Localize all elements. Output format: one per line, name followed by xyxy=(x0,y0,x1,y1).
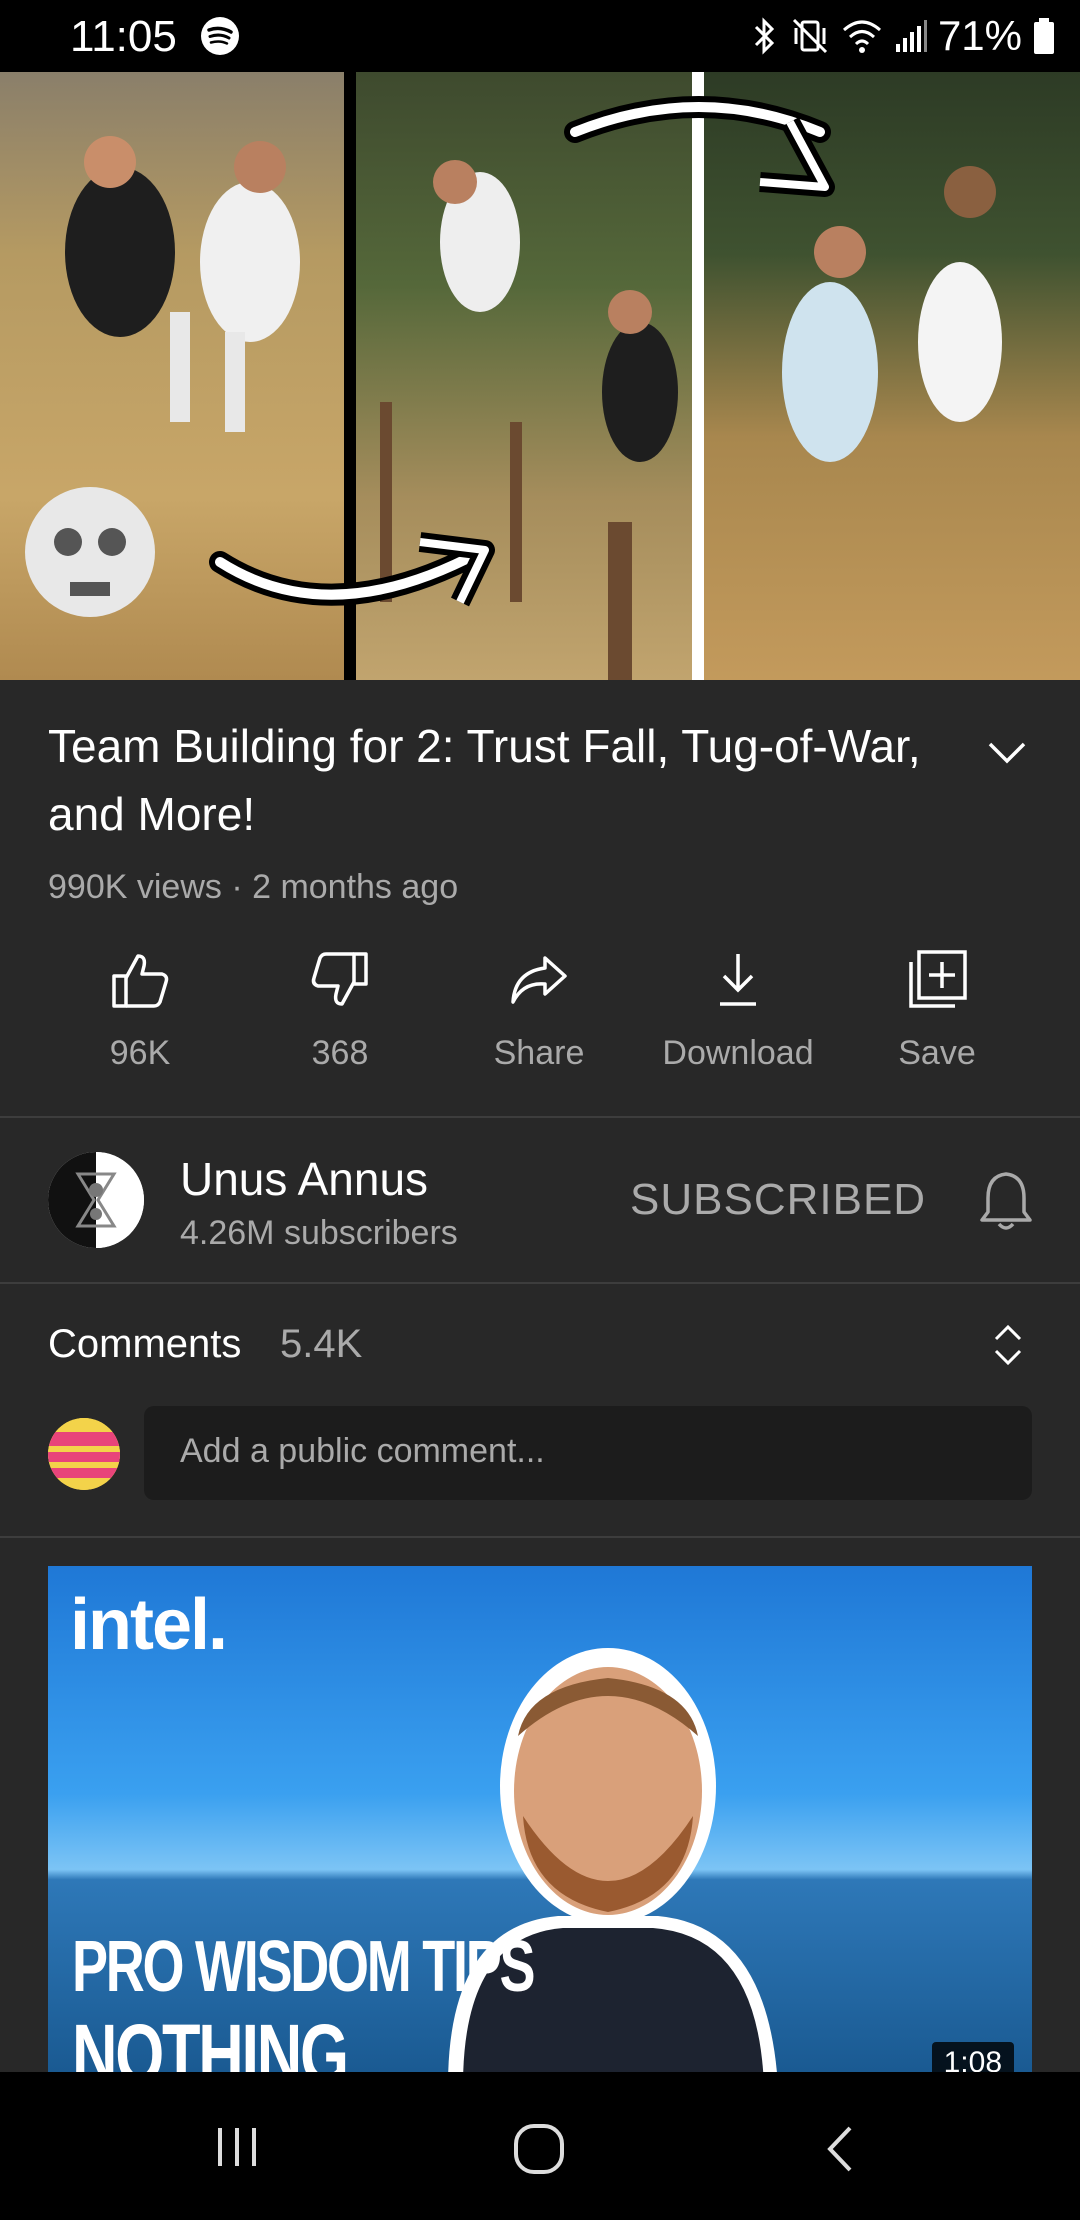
share-label: Share xyxy=(493,1034,585,1072)
save-icon xyxy=(909,950,967,1008)
comment-placeholder: Add a public comment... xyxy=(180,1432,545,1470)
subscribe-button[interactable]: SUBSCRIBED xyxy=(630,1175,926,1225)
bluetooth-icon xyxy=(754,17,775,55)
battery-percent: 71% xyxy=(937,12,1022,59)
thumbnail-figures xyxy=(25,96,1002,680)
expand-comments-icon[interactable] xyxy=(990,1322,1026,1368)
user-avatar-image xyxy=(48,1418,120,1490)
video-player[interactable] xyxy=(0,72,1080,680)
bell-icon[interactable] xyxy=(976,1168,1036,1234)
video-title[interactable]: Team Building for 2: Trust Fall, Tug-of-… xyxy=(48,712,948,848)
thumbs-down-icon xyxy=(311,952,368,1006)
download-label: Download xyxy=(662,1034,814,1072)
divider xyxy=(0,1116,1080,1118)
share-icon xyxy=(511,956,567,1004)
video-actions: 96K 368 Share Download Save xyxy=(0,948,1080,1088)
share-button[interactable]: Share xyxy=(439,948,639,1088)
dislike-button[interactable]: 368 xyxy=(240,948,440,1088)
save-label: Save xyxy=(898,1034,976,1072)
dislike-count: 368 xyxy=(311,1034,369,1072)
home-icon[interactable] xyxy=(512,2122,566,2176)
download-button[interactable]: Download xyxy=(638,948,838,1088)
divider xyxy=(0,1536,1080,1538)
user-avatar[interactable] xyxy=(48,1418,120,1490)
vibrate-icon xyxy=(792,18,827,54)
recommended-brand-text: intel. xyxy=(70,1585,228,1665)
system-nav-bar xyxy=(0,2072,1080,2220)
recommended-overlay-text: PRO WISDOM TIPS xyxy=(72,1927,536,2007)
status-time: 11:05 xyxy=(70,12,177,61)
video-meta: 990K views · 2 months ago xyxy=(48,868,459,906)
status-bar: 11:05 71% xyxy=(0,0,1080,72)
comments-count: 5.4K xyxy=(280,1322,363,1366)
recommended-video-thumbnail[interactable]: intel. PRO WISDOM TIPS NOTHING 1:08 xyxy=(48,1566,1032,2072)
thumbs-up-icon xyxy=(112,954,169,1008)
like-button[interactable]: 96K xyxy=(40,948,240,1088)
comments-title[interactable]: Comments xyxy=(48,1322,241,1367)
comment-input[interactable]: Add a public comment... xyxy=(144,1406,1032,1500)
divider xyxy=(0,1282,1080,1284)
back-icon[interactable] xyxy=(820,2122,860,2176)
spotify-icon xyxy=(201,17,239,55)
chevron-down-icon[interactable] xyxy=(982,728,1032,778)
recommended-overlay-text: NOTHING xyxy=(72,2007,349,2072)
video-duration-badge: 1:08 xyxy=(931,2042,1014,2072)
channel-avatar[interactable] xyxy=(48,1152,144,1248)
channel-name[interactable]: Unus Annus xyxy=(180,1152,428,1206)
recent-apps-icon[interactable] xyxy=(212,2122,262,2172)
like-count: 96K xyxy=(109,1034,171,1072)
hourglass-icon xyxy=(48,1152,144,1248)
signal-icon xyxy=(895,20,927,52)
channel-subscribers: 4.26M subscribers xyxy=(180,1214,458,1252)
save-button[interactable]: Save xyxy=(837,948,1037,1088)
battery-icon xyxy=(1034,18,1054,54)
download-icon xyxy=(720,954,756,1006)
wifi-icon xyxy=(842,20,881,53)
